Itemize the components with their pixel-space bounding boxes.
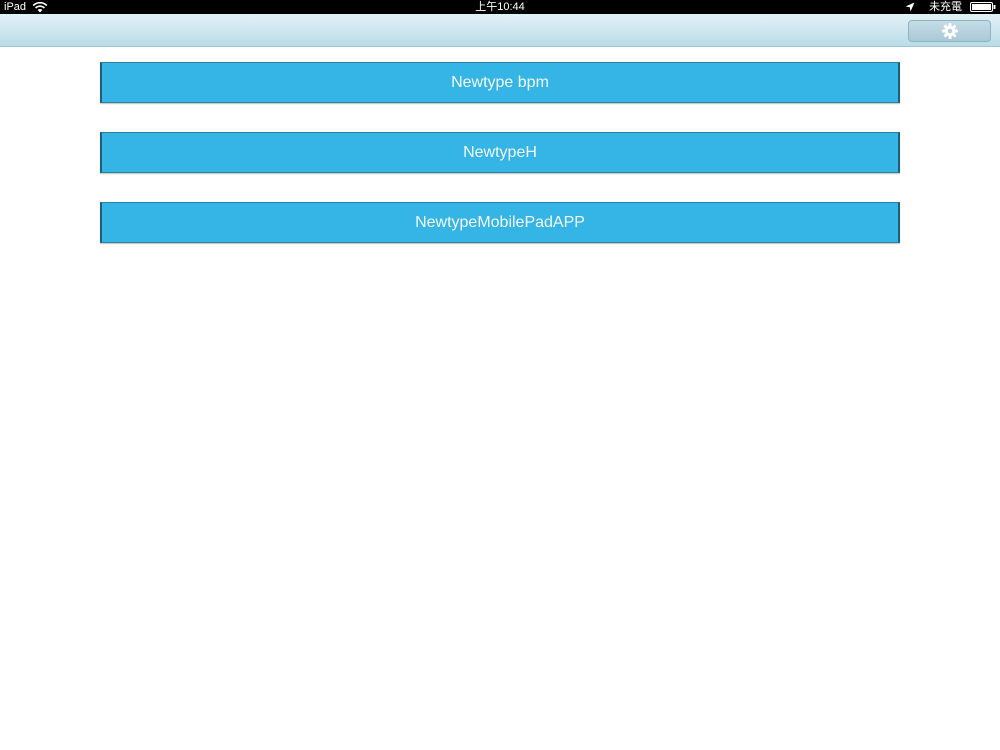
battery-icon	[970, 2, 996, 12]
location-icon	[905, 2, 915, 12]
app-button-newtype-bpm[interactable]: Newtype bpm	[100, 62, 900, 103]
app-list: Newtype bpm NewtypeH NewtypeMobilePadAPP	[100, 62, 900, 272]
charge-status: 未充電	[929, 1, 962, 13]
settings-button[interactable]	[908, 20, 991, 42]
app-button-newtypeh[interactable]: NewtypeH	[100, 132, 900, 173]
status-time: 上午10:44	[475, 1, 525, 13]
gear-icon	[941, 23, 958, 39]
status-right: 未充電	[905, 0, 996, 14]
app-button-newtypemobilepadapp[interactable]: NewtypeMobilePadAPP	[100, 202, 900, 243]
status-bar: iPad 上午10:44 未充電	[0, 0, 1000, 14]
navigation-bar	[0, 14, 1000, 47]
